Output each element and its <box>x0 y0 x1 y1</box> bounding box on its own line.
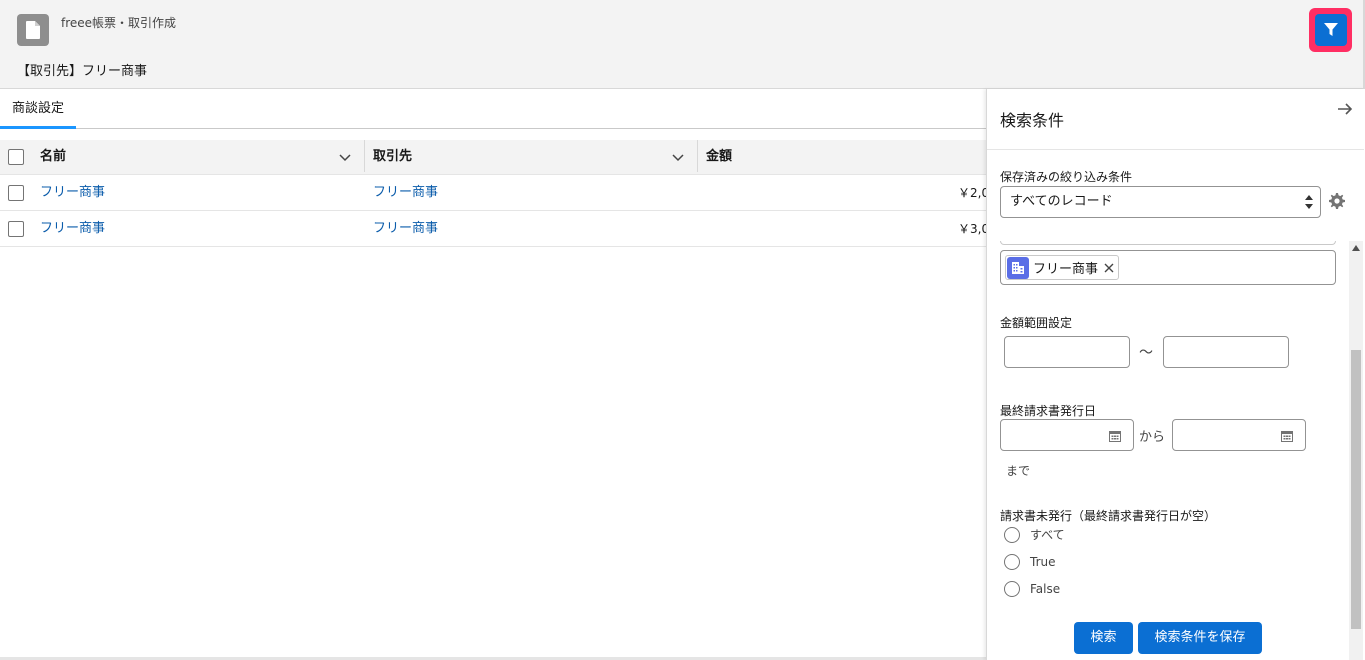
radio-label: すべて <box>1030 528 1065 542</box>
records-table: 名前 取引先 金額 フリー商事 フリー商事 ￥2,00 フリー商事 フリー商事 … <box>0 140 997 247</box>
tab-bar: 商談設定 <box>0 90 987 129</box>
date-to-label: まで <box>1006 464 1031 478</box>
saved-filter-label: 保存済みの絞り込み条件 <box>1000 170 1133 184</box>
document-icon <box>17 14 49 46</box>
column-header-name[interactable]: 名前 <box>40 140 66 175</box>
chevron-down-icon[interactable] <box>671 150 685 164</box>
row-name-link[interactable]: フリー商事 <box>40 175 105 211</box>
filter-icon <box>1323 23 1338 36</box>
calendar-icon[interactable] <box>1281 430 1293 442</box>
last-invoice-date-label: 最終請求書発行日 <box>1000 404 1097 418</box>
building-icon <box>1007 256 1029 279</box>
amount-range-label: 金額範囲設定 <box>1000 316 1073 330</box>
page-header: freee帳票・取引作成 【取引先】フリー商事 <box>0 0 1365 89</box>
radio-label: False <box>1030 582 1061 596</box>
tab-deal-settings[interactable]: 商談設定 <box>0 90 77 129</box>
table-row: フリー商事 フリー商事 ￥2,00 <box>0 175 997 211</box>
panel-scrollbar[interactable] <box>1349 241 1363 660</box>
radio-button[interactable] <box>1004 554 1020 570</box>
chevron-down-icon[interactable] <box>338 150 352 164</box>
invoice-date-to-input[interactable] <box>1172 419 1306 451</box>
saved-filter-select[interactable]: すべてのレコード <box>1000 186 1321 218</box>
calendar-icon[interactable] <box>1109 430 1121 442</box>
unissued-invoice-label: 請求書未発行（最終請求書発行日が空） <box>1000 509 1217 523</box>
radio-label: True <box>1030 555 1056 569</box>
select-arrows-icon <box>1305 195 1313 209</box>
radio-option-true[interactable]: True <box>1004 554 1056 570</box>
row-checkbox[interactable] <box>8 185 24 201</box>
column-header-amount[interactable]: 金額 <box>706 140 732 175</box>
scroll-up-arrow-icon[interactable] <box>1352 245 1360 251</box>
panel-divider <box>987 149 1364 150</box>
amount-max-input[interactable] <box>1163 336 1289 368</box>
saved-filter-value: すべてのレコード <box>1010 194 1113 209</box>
column-divider <box>697 140 698 172</box>
radio-option-false[interactable]: False <box>1004 581 1060 597</box>
row-account-link[interactable]: フリー商事 <box>373 175 438 211</box>
account-pill: フリー商事 <box>1005 255 1120 280</box>
date-from-label: から <box>1139 430 1166 445</box>
record-title: 【取引先】フリー商事 <box>17 64 148 79</box>
row-name-link[interactable]: フリー商事 <box>40 211 105 247</box>
table-row: フリー商事 フリー商事 ￥3,00 <box>0 211 997 247</box>
filter-button-highlight <box>1309 8 1352 52</box>
save-filter-button[interactable]: 検索条件を保存 <box>1138 622 1262 654</box>
filter-scroll-area[interactable]: フリー商事 金額範囲設定 ～ 最終請求書発行日 から まで 請求書未発行（最終請… <box>987 241 1364 660</box>
scrollbar-thumb[interactable] <box>1351 350 1361 629</box>
amount-range-separator: ～ <box>1139 345 1153 361</box>
column-divider <box>364 140 365 172</box>
gear-icon[interactable] <box>1329 193 1345 209</box>
row-account-link[interactable]: フリー商事 <box>373 211 438 247</box>
radio-button[interactable] <box>1004 526 1020 543</box>
panel-title: 検索条件 <box>1000 111 1065 130</box>
radio-option-all[interactable]: すべて <box>1004 526 1065 543</box>
radio-button[interactable] <box>1004 581 1020 597</box>
select-all-checkbox[interactable] <box>8 149 24 165</box>
partial-input <box>1000 241 1336 245</box>
app-title: freee帳票・取引作成 <box>61 16 177 30</box>
table-header: 名前 取引先 金額 <box>0 140 987 175</box>
row-checkbox[interactable] <box>8 221 24 237</box>
search-button[interactable]: 検索 <box>1074 622 1133 654</box>
arrow-right-icon[interactable] <box>1337 101 1353 117</box>
filter-button[interactable] <box>1314 14 1347 46</box>
column-header-account[interactable]: 取引先 <box>373 140 412 175</box>
filter-panel: 検索条件 保存済みの絞り込み条件 すべてのレコード フリー商事 金額範囲設定 ～… <box>986 89 1365 660</box>
close-icon[interactable] <box>1104 263 1114 273</box>
invoice-date-from-input[interactable] <box>1000 419 1134 451</box>
account-pill-label: フリー商事 <box>1033 262 1099 277</box>
amount-min-input[interactable] <box>1004 336 1130 368</box>
account-lookup-field[interactable]: フリー商事 <box>1000 250 1336 285</box>
